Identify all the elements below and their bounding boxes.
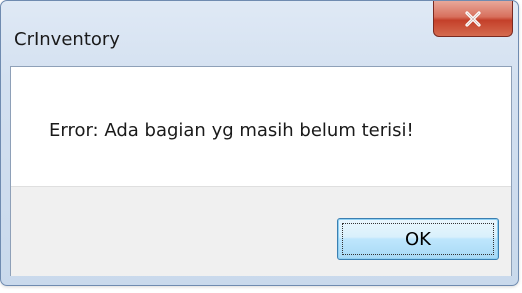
dialog-content: Error: Ada bagian yg masih belum terisi!… xyxy=(10,66,512,276)
close-button[interactable] xyxy=(433,1,513,37)
close-icon xyxy=(465,10,481,27)
error-message: Error: Ada bagian yg masih belum terisi! xyxy=(49,120,414,141)
screen: CrInventory Error: Ada bagian yg masih b… xyxy=(0,0,522,293)
dialog-title: CrInventory xyxy=(14,29,120,50)
ok-button-label: OK xyxy=(405,228,431,250)
message-dialog: CrInventory Error: Ada bagian yg masih b… xyxy=(0,0,519,286)
button-area: OK xyxy=(11,186,511,276)
ok-button[interactable]: OK xyxy=(337,218,499,260)
